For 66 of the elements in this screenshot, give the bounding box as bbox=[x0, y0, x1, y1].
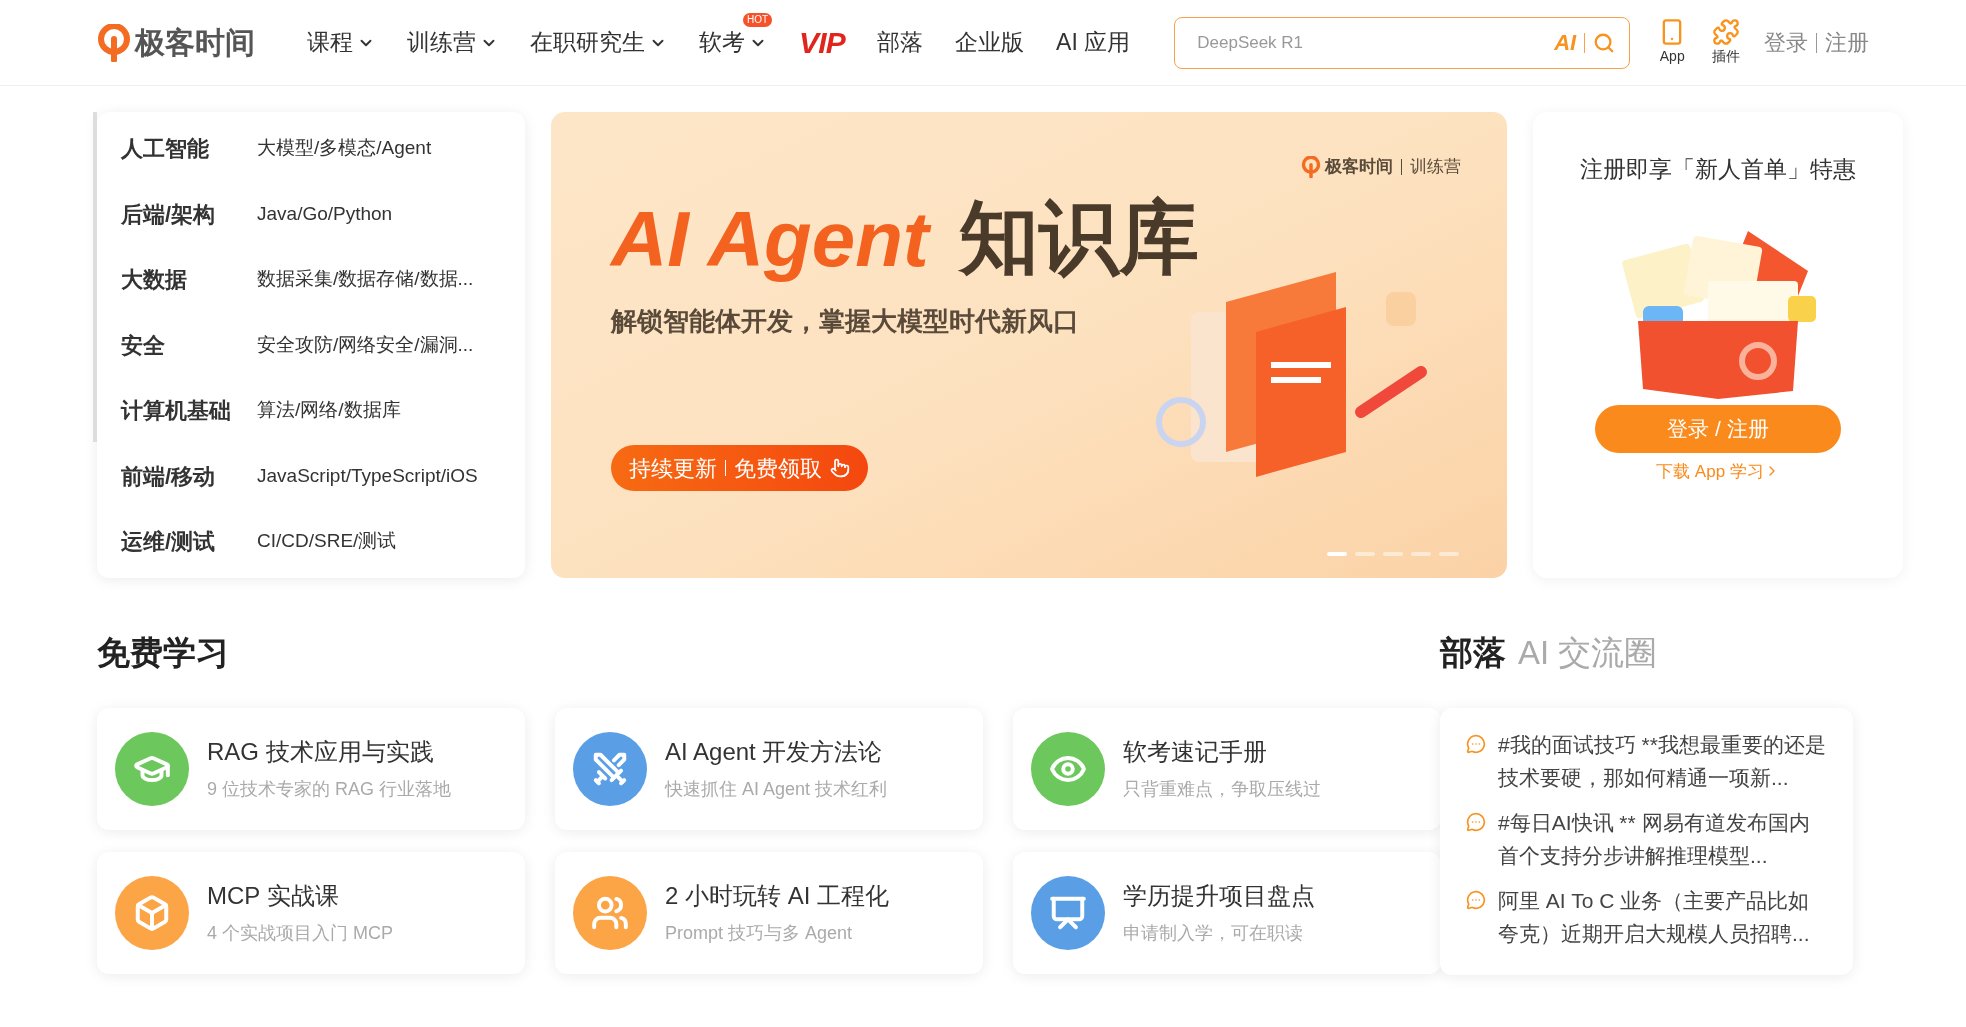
chat-bubble-icon bbox=[1466, 889, 1486, 910]
brand-subtitle: 训练营 bbox=[1410, 156, 1461, 178]
course-title: AI Agent 开发方法论 bbox=[665, 737, 884, 767]
category-name[interactable]: 后端/架构 bbox=[121, 197, 257, 231]
tribe-post[interactable]: #每日AI快讯 ** 网易有道发布国内首个支持分步讲解推理模型... bbox=[1466, 805, 1827, 872]
course-card[interactable]: 2 小时玩转 AI 工程化 Prompt 技巧与多 Agent bbox=[555, 851, 983, 974]
hot-badge: HOT bbox=[743, 13, 773, 28]
register-link[interactable]: 注册 bbox=[1825, 26, 1870, 59]
section-title: 部落 bbox=[1440, 633, 1506, 673]
category-topics[interactable]: 数据采集/数据存储/数据... bbox=[257, 265, 474, 294]
course-subtitle: 9 位技术专家的 RAG 行业落地 bbox=[207, 778, 452, 801]
logo-icon bbox=[97, 23, 131, 62]
plugin-button[interactable]: 插件 bbox=[1712, 18, 1741, 67]
course-title: MCP 实战课 bbox=[207, 881, 340, 911]
category-topics[interactable]: 大模型/多模态/Agent bbox=[257, 134, 432, 163]
section-title: 免费学习 bbox=[97, 633, 230, 673]
logo-icon bbox=[1301, 155, 1321, 178]
course-title: 2 小时玩转 AI 工程化 bbox=[665, 881, 890, 911]
course-card[interactable]: 软考速记手册 只背重难点，争取压线过 bbox=[1013, 707, 1441, 830]
chat-bubble-icon bbox=[1466, 811, 1486, 832]
course-card[interactable]: 学历提升项目盘点 申请制入学，可在职读 bbox=[1013, 851, 1441, 974]
course-subtitle: Prompt 技巧与多 Agent bbox=[665, 922, 854, 945]
app-button[interactable]: App bbox=[1658, 18, 1687, 67]
search-icon[interactable] bbox=[1593, 31, 1616, 54]
vip-link[interactable]: VIP bbox=[799, 20, 846, 65]
course-card[interactable]: MCP 实战课 4 个实战项目入门 MCP bbox=[97, 851, 525, 974]
category-name[interactable]: 大数据 bbox=[121, 263, 257, 296]
banner[interactable]: 极客时间 训练营 AI Agent 知识库 解锁智能体开发，掌握大模型时代新风口 持续更新 免费领取 bbox=[551, 112, 1507, 578]
category-topics[interactable]: Java/Go/Python bbox=[257, 199, 393, 229]
category-name[interactable]: 前端/移动 bbox=[121, 459, 257, 493]
category-name[interactable]: 计算机基础 bbox=[121, 394, 257, 427]
section-subtitle: AI 交流圈 bbox=[1518, 633, 1658, 673]
puzzle-icon bbox=[1712, 18, 1741, 46]
course-title: RAG 技术应用与实践 bbox=[207, 737, 435, 767]
category-name[interactable]: 人工智能 bbox=[121, 132, 257, 165]
course-subtitle: 申请制入学，可在职读 bbox=[1123, 922, 1304, 945]
course-subtitle: 快速抓住 AI Agent 技术红利 bbox=[665, 778, 888, 801]
logo-text: 极客时间 bbox=[1325, 156, 1393, 178]
cube-icon bbox=[133, 893, 171, 932]
hand-pointer-icon bbox=[830, 458, 850, 478]
nav-dropdown[interactable]: 训练营 bbox=[407, 25, 498, 60]
nav-link[interactable]: AI 应用 bbox=[1056, 25, 1131, 60]
category-topics[interactable]: JavaScript/TypeScript/iOS bbox=[257, 461, 478, 491]
nav-dropdown[interactable]: 软考 bbox=[699, 25, 767, 60]
login-link[interactable]: 登录 bbox=[1764, 26, 1809, 59]
chat-bubble-icon bbox=[1466, 733, 1486, 754]
course-title: 学历提升项目盘点 bbox=[1123, 881, 1315, 911]
category-topics[interactable]: 算法/网络/数据库 bbox=[257, 396, 401, 425]
tribe-post[interactable]: #我的面试技巧 **我想最重要的还是技术要硬，那如何精通一项新... bbox=[1466, 727, 1827, 794]
nav-dropdown[interactable]: 课程 bbox=[307, 25, 375, 60]
category-topics[interactable]: 安全攻防/网络安全/漏洞... bbox=[257, 330, 474, 360]
category-name[interactable]: 运维/测试 bbox=[121, 525, 257, 558]
course-card[interactable]: RAG 技术应用与实践 9 位技术专家的 RAG 行业落地 bbox=[97, 707, 525, 830]
nav-link[interactable]: 部落 bbox=[877, 25, 924, 60]
banner-subtitle: 解锁智能体开发，掌握大模型时代新风口 bbox=[611, 305, 1079, 338]
category-name[interactable]: 安全 bbox=[121, 328, 257, 362]
promo-title: 注册即享「新人首单」特惠 bbox=[1580, 155, 1856, 184]
nav-link[interactable]: 企业版 bbox=[955, 25, 1025, 60]
logo-text: 极客时间 bbox=[135, 25, 255, 61]
category-topics[interactable]: CI/CD/SRE/测试 bbox=[257, 527, 397, 556]
course-subtitle: 4 个实战项目入门 MCP bbox=[207, 922, 393, 945]
nav-dropdown[interactable]: 在职研究生 bbox=[530, 25, 667, 60]
course-subtitle: 只背重难点，争取压线过 bbox=[1123, 778, 1321, 801]
course-title: 软考速记手册 bbox=[1123, 737, 1268, 767]
tribe-post[interactable]: 阿里 AI To C 业务（主要产品比如夸克）近期开启大规模人员招聘... bbox=[1466, 883, 1827, 950]
course-card[interactable]: AI Agent 开发方法论 快速抓住 AI Agent 技术红利 bbox=[555, 707, 983, 830]
